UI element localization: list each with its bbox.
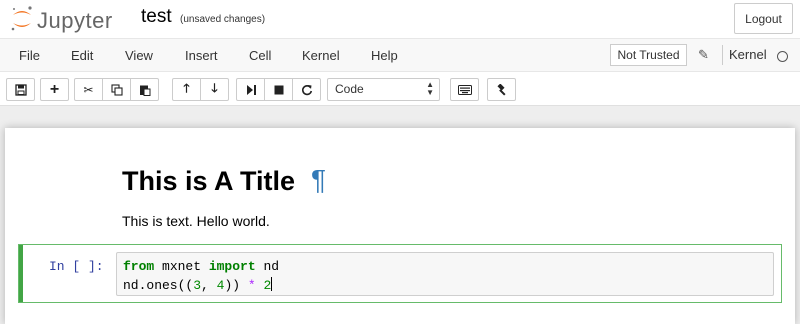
edit-pencil-icon[interactable]: ✎: [698, 47, 709, 63]
restart-icon[interactable]: [292, 78, 321, 101]
toolbar-group-keyboard: [450, 78, 479, 101]
code-editor[interactable]: from mxnet import nd nd.ones((3, 4)) * 2: [116, 252, 774, 296]
notebook-container: This is A Title ¶ This is text. Hello wo…: [5, 128, 795, 324]
move-up-icon[interactable]: 🡑: [172, 78, 201, 101]
toolbar-group-move: 🡑 🡓: [172, 78, 229, 101]
toolbar-group-celltoolbar: [487, 78, 516, 101]
code-line-1: from mxnet import nd: [123, 259, 279, 274]
call-expr: nd.ones((: [123, 278, 194, 293]
toolbar: + ✂ 🡑 🡓 Code ▲ ▼: [0, 72, 800, 106]
logout-button[interactable]: Logout: [734, 3, 793, 34]
paste-icon[interactable]: [130, 78, 159, 101]
toolbar-group-save: [6, 78, 35, 101]
menu-insert[interactable]: Insert: [185, 48, 218, 63]
menu-view[interactable]: View: [125, 48, 153, 63]
code-cell[interactable]: In [ ]: from mxnet import nd nd.ones((3,…: [18, 244, 782, 303]
operator-multiply: *: [247, 278, 256, 293]
number-3: 3: [193, 278, 202, 293]
toolbar-group-run: [236, 78, 321, 101]
separator: ,: [201, 278, 217, 293]
copy-icon[interactable]: [102, 78, 131, 101]
celltoolbar-icon[interactable]: [487, 78, 516, 101]
logo-text: Jupyter: [37, 8, 113, 33]
menu-cell[interactable]: Cell: [249, 48, 271, 63]
number-2: 2: [263, 278, 272, 293]
menu-file[interactable]: File: [19, 48, 40, 63]
toolbar-group-insert: +: [40, 78, 69, 101]
header: Jupyter test (unsaved changes) Logout: [0, 0, 800, 38]
module-name: mxnet: [154, 259, 209, 274]
insert-cell-below-icon[interactable]: +: [40, 78, 69, 101]
heading-anchor-link[interactable]: ¶: [311, 164, 326, 196]
markdown-paragraph: This is text. Hello world.: [122, 213, 270, 229]
kernel-indicator-label: Kernel: [722, 45, 767, 65]
menu-kernel[interactable]: Kernel: [302, 48, 340, 63]
input-prompt: In [ ]:: [49, 259, 104, 274]
menu-help[interactable]: Help: [371, 48, 398, 63]
import-name: nd: [255, 259, 280, 274]
jupyter-logo[interactable]: Jupyter: [9, 4, 129, 36]
keyword-import: import: [208, 259, 256, 274]
markdown-heading: This is A Title: [122, 166, 296, 196]
menubar: File Edit View Insert Cell Kernel Help N…: [0, 38, 800, 72]
cell-type-value: Code: [335, 82, 364, 96]
keyboard-icon[interactable]: [450, 78, 479, 101]
save-icon[interactable]: [6, 78, 35, 101]
select-arrows-icon: ▲ ▼: [426, 80, 434, 97]
notebook-title[interactable]: test: [141, 6, 172, 28]
keyword-from: from: [123, 259, 155, 274]
interrupt-icon[interactable]: [264, 78, 293, 101]
jupyter-logo-icon: [11, 6, 32, 31]
save-status: (unsaved changes): [180, 14, 266, 25]
toolbar-group-edit: ✂: [74, 78, 159, 101]
cell-selection-bar: [19, 245, 23, 302]
code-line-2: nd.ones((3, 4)) * 2: [123, 277, 273, 293]
close-paren: )): [224, 278, 248, 293]
move-down-icon[interactable]: 🡓: [200, 78, 229, 101]
run-icon[interactable]: [236, 78, 265, 101]
cell-type-select[interactable]: Code ▲ ▼: [327, 78, 440, 101]
text-cursor: [271, 277, 273, 291]
not-trusted-button[interactable]: Not Trusted: [610, 44, 687, 66]
cut-icon[interactable]: ✂: [74, 78, 103, 101]
kernel-idle-icon: [777, 51, 788, 62]
menu-edit[interactable]: Edit: [71, 48, 93, 63]
